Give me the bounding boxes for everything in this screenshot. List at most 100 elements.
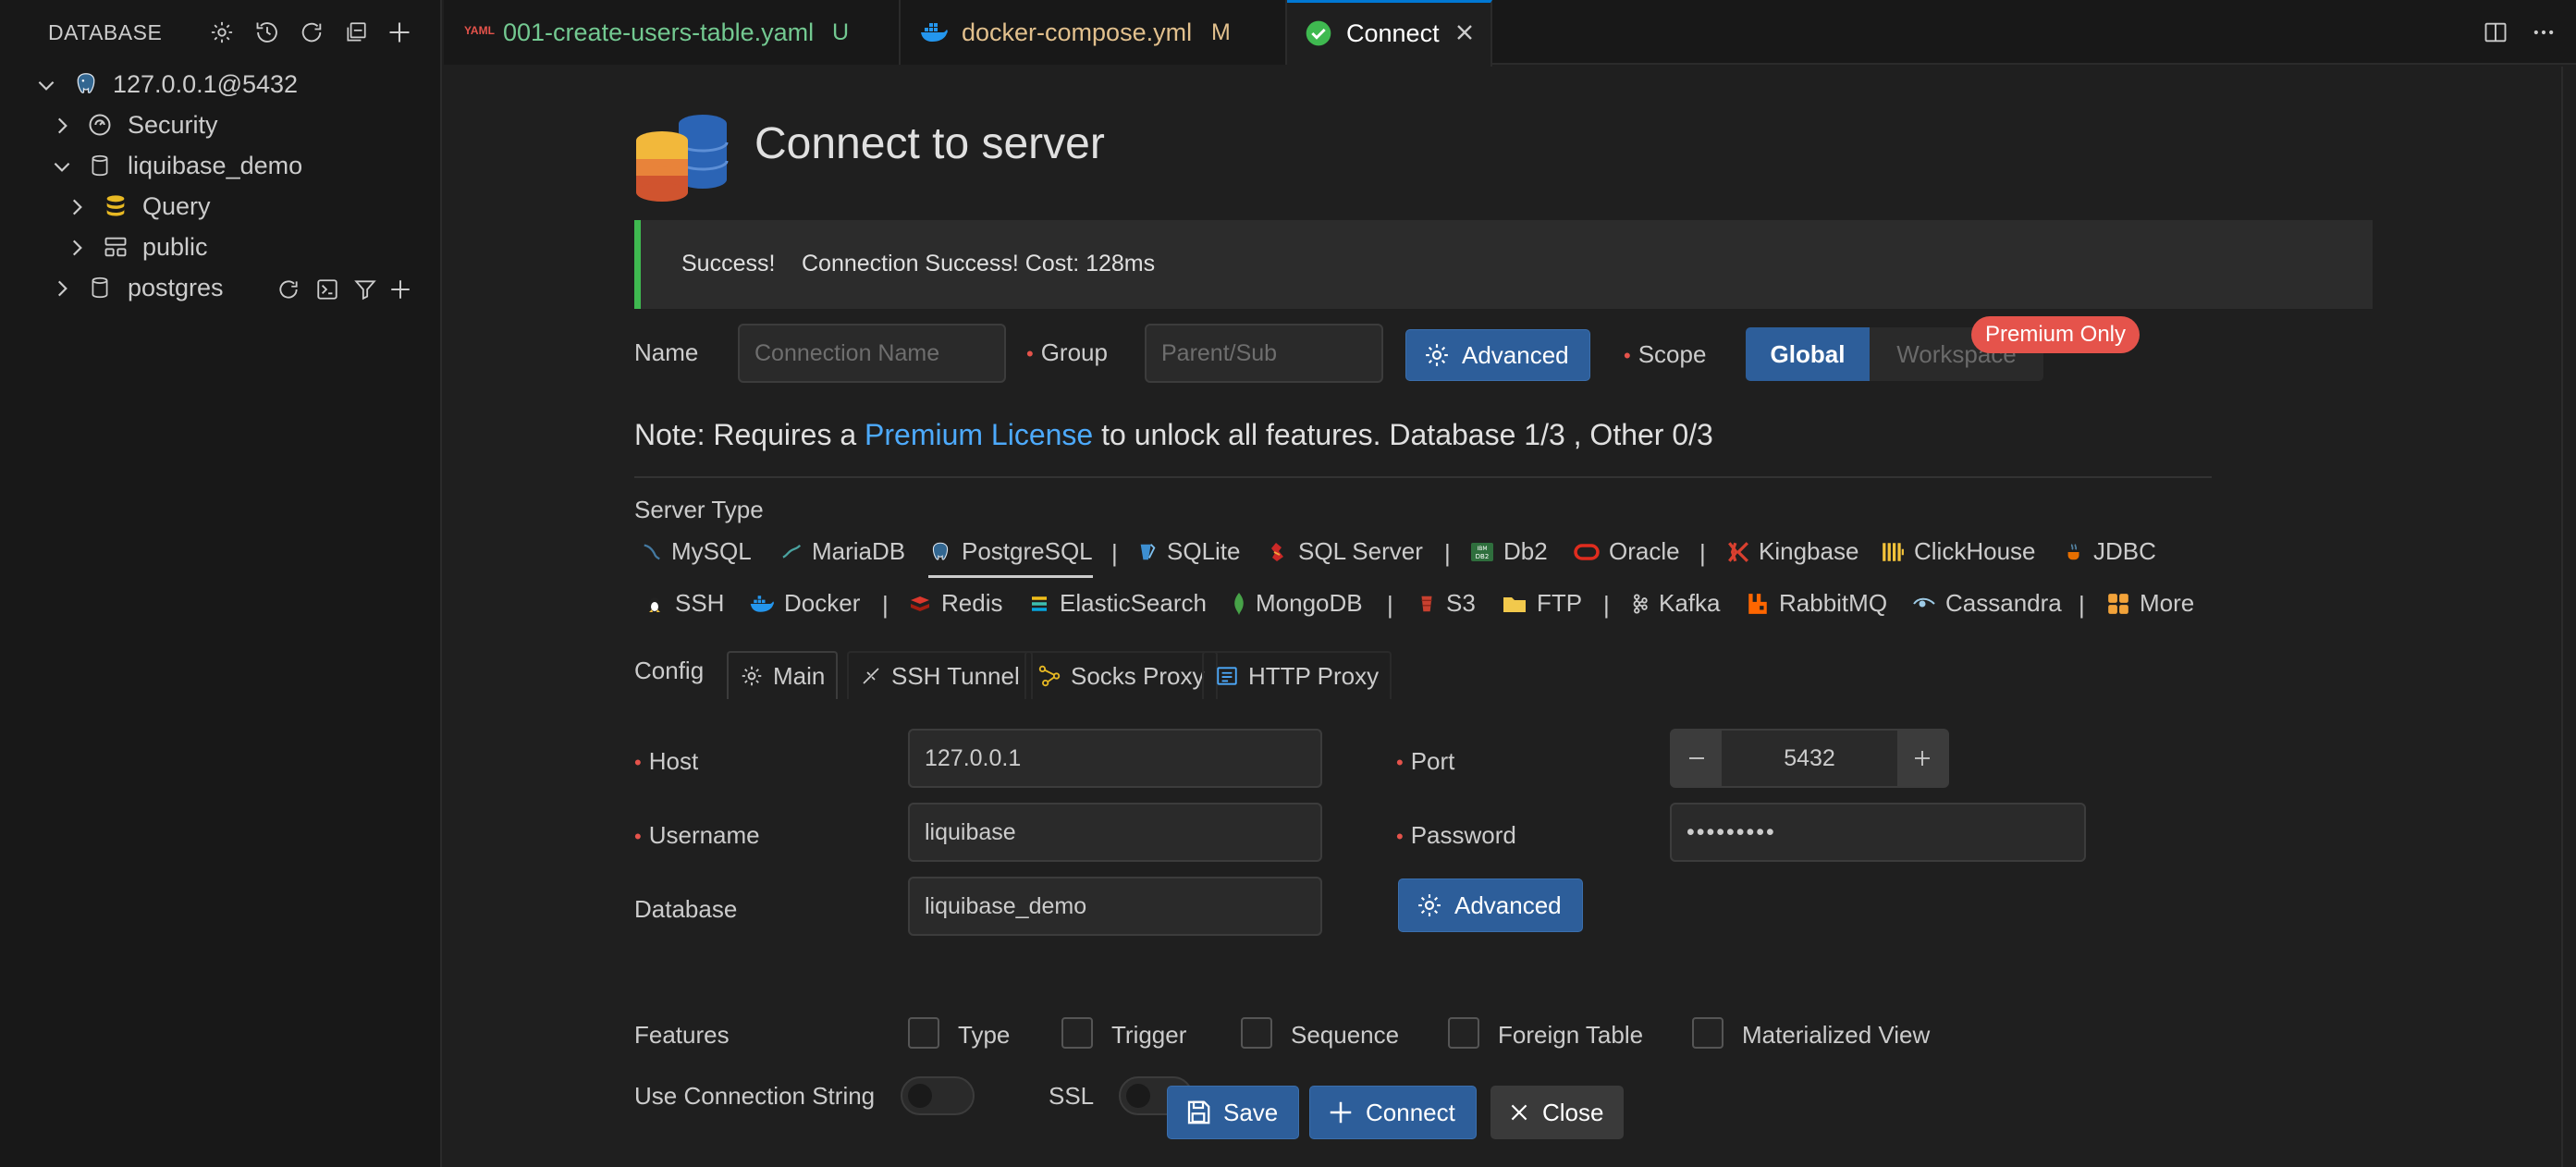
database-input[interactable] (908, 877, 1322, 936)
server-type-clickhouse[interactable]: ClickHouse (1881, 537, 2036, 566)
server-type-kingbase[interactable]: Kingbase (1725, 537, 1858, 566)
history-icon[interactable] (251, 17, 283, 48)
refresh-icon[interactable] (296, 17, 327, 48)
save-button[interactable]: Save (1167, 1086, 1300, 1139)
server-type-s3[interactable]: S3 (1417, 589, 1476, 618)
close-icon[interactable] (1452, 19, 1478, 45)
connect-panel: Connect to server Success! Connection Su… (444, 67, 2576, 1167)
port-value[interactable]: 5432 (1722, 745, 1897, 772)
save-label: Save (1223, 1098, 1279, 1126)
grid-apps-icon (2108, 593, 2128, 614)
sidebar-title: DATABASE (48, 20, 163, 44)
server-type-rabbitmq[interactable]: RabbitMQ (1746, 589, 1887, 618)
config-tab-main[interactable]: Main (727, 651, 839, 699)
premium-only-badge: Premium Only (1971, 316, 2140, 353)
add-icon[interactable] (384, 17, 415, 48)
kingbase-icon (1728, 541, 1748, 562)
separator: | (882, 591, 889, 619)
tree-item-postgres[interactable]: postgres (0, 268, 442, 309)
server-type-cassandra[interactable]: Cassandra (1912, 589, 2062, 618)
chevron-down-icon[interactable] (50, 154, 74, 178)
terminal-icon[interactable] (313, 276, 341, 303)
tab-create-users-yaml[interactable]: YAML 001-create-users-table.yaml U (444, 0, 901, 65)
feature-type-checkbox[interactable] (908, 1017, 939, 1049)
advanced-settings-button[interactable]: Advanced (1398, 878, 1583, 932)
feature-materialized-view-checkbox[interactable] (1692, 1017, 1723, 1049)
username-input[interactable] (908, 803, 1322, 862)
chevron-right-icon[interactable] (50, 276, 74, 301)
tree-item-public[interactable]: public (0, 227, 442, 268)
server-type-kafka[interactable]: Kafka (1629, 589, 1721, 618)
group-input[interactable] (1145, 324, 1383, 383)
use-connection-string-toggle[interactable] (901, 1076, 975, 1115)
svg-text:IBM: IBM (1477, 546, 1487, 552)
redis-icon (911, 596, 929, 611)
tab-docker-compose[interactable]: docker-compose.yml M (901, 0, 1287, 65)
chevron-right-icon[interactable] (50, 114, 74, 138)
server-type-sqlite[interactable]: SQLite (1137, 537, 1241, 566)
database-icon (86, 274, 114, 301)
ssl-label: SSL (1049, 1082, 1095, 1110)
database-stack-logo-icon (634, 109, 730, 205)
password-input[interactable]: ••••••••• (1670, 803, 2086, 862)
server-type-mongodb[interactable]: MongoDB (1232, 589, 1363, 618)
config-tab-socks-proxy[interactable]: Socks Proxy (1024, 651, 1218, 699)
kafka-icon (1633, 593, 1648, 614)
server-type-ftp[interactable]: FTP (1502, 589, 1582, 618)
connect-button[interactable]: Connect (1309, 1086, 1477, 1139)
add-icon[interactable] (386, 276, 414, 303)
config-tab-http-proxy[interactable]: HTTP Proxy (1202, 651, 1392, 699)
more-actions-icon[interactable] (2528, 17, 2559, 48)
server-type-docker[interactable]: Docker (749, 589, 860, 618)
folder-icon (1503, 596, 1526, 612)
chevron-right-icon[interactable] (65, 195, 89, 219)
server-type-mysql[interactable]: MySQL (642, 537, 752, 566)
connection-name-input[interactable] (738, 324, 1006, 383)
chevron-down-icon[interactable] (34, 73, 58, 97)
password-label: • Password (1396, 821, 1516, 849)
increment-button[interactable] (1897, 731, 1947, 786)
server-type-redis[interactable]: Redis (908, 589, 1002, 618)
plus-icon (1915, 751, 1930, 766)
db2-icon: IBMDB2 (1471, 542, 1493, 561)
decrement-button[interactable] (1672, 731, 1722, 786)
editor-scrollbar[interactable] (2561, 67, 2576, 1167)
sqlite-icon (1140, 543, 1156, 559)
split-editor-icon[interactable] (2480, 17, 2511, 48)
server-type-jdbc[interactable]: JDBC (2064, 537, 2156, 566)
feature-trigger-checkbox[interactable] (1061, 1017, 1093, 1049)
sqlserver-icon (1271, 542, 1283, 561)
server-type-sqlserver[interactable]: SQL Server (1267, 537, 1423, 566)
collapse-all-icon[interactable] (340, 17, 372, 48)
server-type-elasticsearch[interactable]: ElasticSearch (1028, 589, 1207, 618)
success-alert: Success! Connection Success! Cost: 128ms (634, 220, 2373, 309)
sidebar: DATABASE 127.0.0.1@5432 Security liquiba… (0, 0, 442, 1167)
server-type-oracle[interactable]: Oracle (1574, 537, 1680, 566)
tree-item-label: Query (142, 192, 211, 220)
filter-icon[interactable] (351, 276, 379, 303)
tree-item-security[interactable]: Security (0, 105, 442, 146)
tab-connect[interactable]: Connect (1287, 0, 1492, 67)
advanced-button[interactable]: Advanced (1405, 329, 1590, 381)
tree-item-query[interactable]: Query (0, 187, 442, 227)
host-input[interactable] (908, 729, 1322, 788)
feature-foreign-table-checkbox[interactable] (1448, 1017, 1479, 1049)
tab-label: 001-create-users-table.yaml (503, 18, 815, 46)
svg-text:DB2: DB2 (1476, 553, 1490, 560)
server-type-db2[interactable]: IBM DB2 Db2 (1470, 537, 1548, 566)
server-type-mariadb[interactable]: MariaDB (780, 537, 905, 566)
chevron-right-icon[interactable] (65, 236, 89, 260)
server-type-postgresql[interactable]: PostgreSQL (928, 537, 1093, 578)
gear-icon[interactable] (206, 17, 238, 48)
feature-sequence-checkbox[interactable] (1241, 1017, 1272, 1049)
server-type-ssh[interactable]: SSH (644, 589, 724, 618)
tree-item-liquibase-demo[interactable]: liquibase_demo (0, 146, 442, 187)
tree-item-connection[interactable]: 127.0.0.1@5432 (0, 65, 442, 105)
config-tab-ssh-tunnel[interactable]: SSH Tunnel (847, 651, 1033, 699)
scope-global-button[interactable]: Global (1746, 327, 1870, 381)
close-button[interactable]: Close (1490, 1086, 1625, 1139)
premium-license-link[interactable]: Premium License (865, 418, 1093, 451)
refresh-icon[interactable] (275, 276, 302, 303)
server-type-more[interactable]: More (2106, 589, 2194, 618)
port-stepper[interactable]: 5432 (1670, 729, 1949, 788)
